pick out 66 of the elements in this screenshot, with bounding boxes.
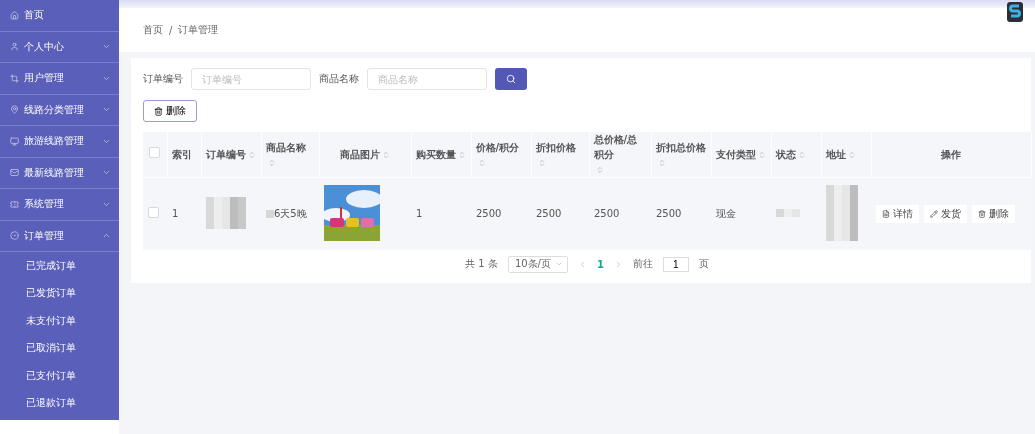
blurred-drawing <box>266 209 274 218</box>
goto-label: 前往 <box>632 257 653 271</box>
submenu-item[interactable]: 未支付订单 <box>0 307 119 335</box>
table-cell: 2500 <box>476 208 502 220</box>
table-cell: 6天5晚 <box>274 206 307 221</box>
breadcrumb-item[interactable]: 首页 <box>143 23 163 37</box>
column-header[interactable]: 地址 <box>825 147 846 162</box>
trash-icon <box>978 209 986 218</box>
action-button[interactable]: 详情 <box>876 204 919 223</box>
column-header[interactable]: 状态 <box>775 147 796 162</box>
breadcrumb-item: 订单管理 <box>178 23 219 37</box>
submenu-item[interactable]: 已完成订单 <box>0 252 119 280</box>
blurred-drawing <box>206 196 246 229</box>
table-cell: 2500 <box>594 208 620 220</box>
column-header: 操作 <box>941 148 961 162</box>
sort-icon[interactable] <box>847 151 856 159</box>
action-button[interactable]: 删除 <box>972 204 1015 223</box>
sort-icon[interactable] <box>477 158 486 167</box>
sort-icon[interactable] <box>457 151 466 159</box>
table-cell: 2500 <box>656 208 682 220</box>
sort-icon[interactable] <box>797 151 806 159</box>
table-cell: 现金 <box>716 207 736 219</box>
field-label: 商品名称 <box>319 72 359 86</box>
table-cell: 1 <box>416 208 423 220</box>
sort-icon[interactable] <box>595 166 604 174</box>
circle-icon <box>10 231 19 241</box>
checkbox[interactable] <box>148 207 159 219</box>
page-input[interactable]: 1 <box>662 256 689 272</box>
sort-icon[interactable] <box>247 151 256 159</box>
sort-icon[interactable] <box>657 158 666 167</box>
sort-icon[interactable] <box>757 151 766 159</box>
page-unit: 页 <box>698 257 709 271</box>
logo-icon <box>1007 2 1023 22</box>
pin-icon <box>10 105 19 115</box>
search-button[interactable] <box>495 68 527 90</box>
total-count: 共 1 条 <box>465 257 498 271</box>
breadcrumb-separator: / <box>169 24 173 36</box>
field-label: 订单编号 <box>143 72 183 86</box>
mail-icon <box>10 168 19 178</box>
search-icon <box>506 74 516 84</box>
chevron-down-icon <box>554 260 563 268</box>
document-icon <box>882 209 890 218</box>
submenu-item[interactable]: 已退款订单 <box>0 389 119 417</box>
blurred-drawing <box>826 184 858 241</box>
sort-icon[interactable] <box>537 158 546 167</box>
pencil-icon <box>930 209 938 218</box>
user-icon <box>10 42 19 52</box>
table-cell: 1 <box>172 208 179 220</box>
page-size-select[interactable]: 10条/页 <box>507 255 568 273</box>
column-header: 索引 <box>171 148 192 162</box>
crop-icon <box>10 73 19 83</box>
blurred-drawing <box>776 209 800 218</box>
trash-icon <box>154 106 163 116</box>
ticket-icon <box>10 199 19 209</box>
home-icon <box>10 10 19 20</box>
column-header[interactable]: 商品图片 <box>340 147 380 162</box>
table-cell: 2500 <box>536 208 562 220</box>
sort-icon[interactable] <box>267 158 276 167</box>
submenu-item[interactable]: 已取消订单 <box>0 334 119 362</box>
monitor-icon <box>10 136 19 146</box>
sort-icon[interactable] <box>382 151 390 159</box>
submenu-item[interactable]: 已发货订单 <box>0 279 119 307</box>
delete-button[interactable]: 删除 <box>143 100 197 122</box>
checkbox[interactable] <box>149 147 161 158</box>
action-button[interactable]: 发货 <box>924 204 967 223</box>
submenu-item[interactable]: 已支付订单 <box>0 362 119 390</box>
